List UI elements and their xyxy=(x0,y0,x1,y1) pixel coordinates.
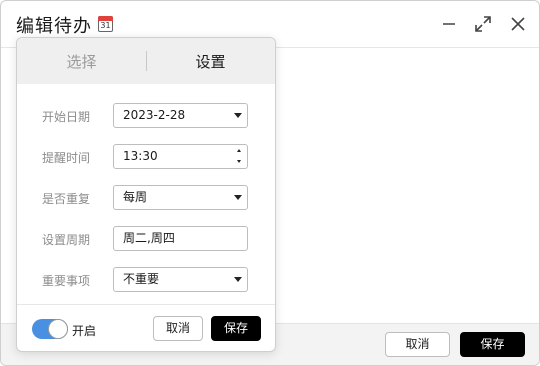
start-date-label: 开始日期 xyxy=(42,110,91,124)
popover-save-button[interactable]: 保存 xyxy=(211,316,261,341)
popover-cancel-button[interactable]: 取消 xyxy=(153,316,203,341)
spin-up-icon[interactable] xyxy=(237,149,241,152)
importance-row: 重要事项 不重要 xyxy=(17,267,275,293)
close-icon[interactable] xyxy=(506,12,530,36)
cycle-row: 设置周期 周二,周四 xyxy=(17,226,275,252)
chevron-down-icon xyxy=(234,277,242,282)
start-date-select[interactable]: 2023-2-28 xyxy=(113,103,248,128)
cancel-button[interactable]: 取消 xyxy=(385,332,450,357)
importance-label: 重要事项 xyxy=(42,274,91,288)
repeat-row: 是否重复 每周 xyxy=(17,185,275,211)
edit-todo-window: 编辑待办 31 取消 保存 选择 设置 开始日期 2023-2-28 提醒时间 … xyxy=(0,0,540,366)
reminder-time-input[interactable]: 13:30 xyxy=(113,144,248,169)
popover-tabs: 选择 设置 xyxy=(17,38,275,84)
calendar-icon-day: 31 xyxy=(100,21,111,30)
tab-settings[interactable]: 设置 xyxy=(146,51,275,72)
chevron-down-icon xyxy=(234,195,242,200)
enable-toggle[interactable] xyxy=(32,319,68,339)
tab-select[interactable]: 选择 xyxy=(17,51,146,72)
calendar-icon: 31 xyxy=(98,16,113,32)
reminder-time-row: 提醒时间 13:30 xyxy=(17,144,275,170)
repeat-value: 每周 xyxy=(123,190,148,204)
settings-popover: 选择 设置 开始日期 2023-2-28 提醒时间 13:30 是否重复 每周 xyxy=(16,37,276,352)
enable-toggle-label: 开启 xyxy=(72,324,97,338)
spin-down-icon[interactable] xyxy=(237,160,241,163)
window-title: 编辑待办 xyxy=(16,16,92,37)
repeat-label: 是否重复 xyxy=(42,192,91,206)
minimize-icon[interactable] xyxy=(437,12,461,36)
maximize-icon[interactable] xyxy=(471,12,495,36)
reminder-time-label: 提醒时间 xyxy=(42,151,91,165)
repeat-select[interactable]: 每周 xyxy=(113,185,248,210)
reminder-time-value: 13:30 xyxy=(123,149,158,163)
cycle-label: 设置周期 xyxy=(42,233,91,247)
importance-select[interactable]: 不重要 xyxy=(113,267,248,292)
cycle-input[interactable]: 周二,周四 xyxy=(113,226,248,251)
popover-divider xyxy=(17,304,275,305)
start-date-value: 2023-2-28 xyxy=(123,108,186,122)
toggle-knob xyxy=(48,319,68,339)
cycle-value: 周二,周四 xyxy=(123,231,175,245)
start-date-row: 开始日期 2023-2-28 xyxy=(17,103,275,129)
chevron-down-icon xyxy=(234,113,242,118)
save-button[interactable]: 保存 xyxy=(460,332,525,357)
importance-value: 不重要 xyxy=(123,272,160,286)
